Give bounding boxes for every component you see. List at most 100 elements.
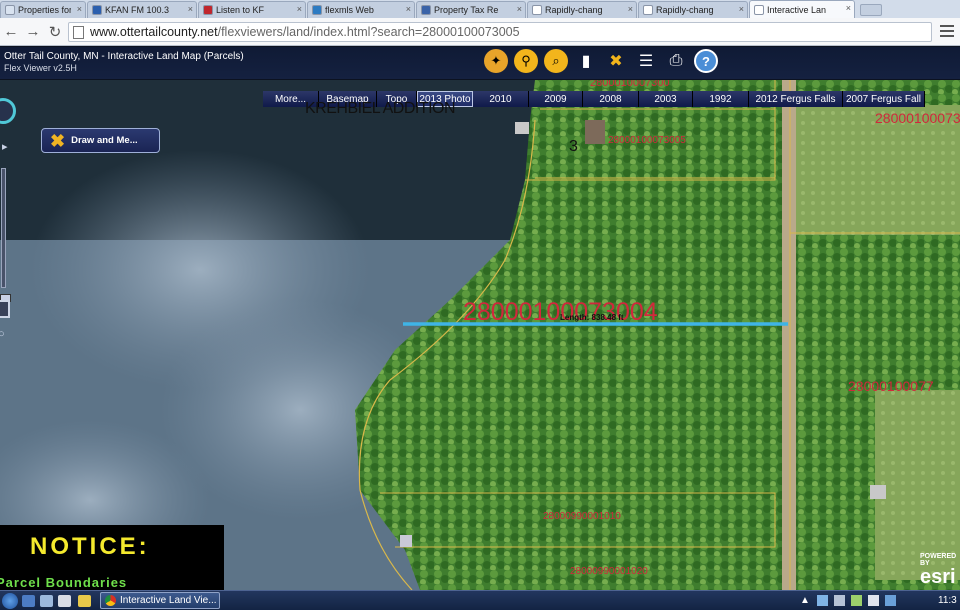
- tab-title: Rapidly-chang: [545, 5, 603, 15]
- help-icon[interactable]: ?: [694, 49, 718, 73]
- tab-favicon-icon: [5, 5, 15, 15]
- esri-logo[interactable]: POWERED BY esri: [920, 553, 960, 587]
- notice-panel: NOTICE: Parcel Boundaries: [0, 525, 224, 590]
- basemap-button[interactable]: 2003: [639, 91, 693, 107]
- tab-close-icon[interactable]: ×: [406, 4, 411, 14]
- tab-close-icon[interactable]: ×: [846, 3, 851, 13]
- tab-close-icon[interactable]: ×: [517, 4, 522, 14]
- browser-tab[interactable]: Properties for s ×: [0, 1, 86, 18]
- pan-right-icon[interactable]: ▸: [2, 140, 8, 153]
- flag-icon[interactable]: [868, 595, 879, 606]
- map-view[interactable]: More... Basemap Topo 2013 Photo 2010 2009 2008…: [0, 80, 960, 590]
- app-title: Otter Tail County, MN - Interactive Land…: [4, 51, 244, 62]
- zoom-slider[interactable]: [0, 168, 11, 302]
- browser-tab[interactable]: Rapidly-chang ×: [527, 1, 637, 18]
- pencil-icon: ✖: [50, 130, 66, 151]
- basemap-button[interactable]: 2007 Fergus Fall: [843, 91, 925, 107]
- chrome-icon: [105, 595, 116, 606]
- draw-icon[interactable]: ✖: [604, 49, 628, 73]
- network-icon[interactable]: [817, 595, 828, 606]
- aerial-imagery: [0, 80, 960, 590]
- tab-close-icon[interactable]: ×: [188, 4, 193, 14]
- zoom-out-icon[interactable]: ○: [0, 328, 5, 340]
- print-icon[interactable]: ⎙: [664, 49, 688, 73]
- taskbar-clock[interactable]: 11:3: [938, 595, 957, 606]
- layer-list-icon[interactable]: ☰: [634, 49, 658, 73]
- taskbar-chrome-window[interactable]: Interactive Land Vie...: [100, 592, 220, 609]
- reload-icon[interactable]: ↻: [44, 23, 66, 41]
- basemap-button[interactable]: 2008: [583, 91, 639, 107]
- url-host: www.ottertailcounty.net: [90, 25, 218, 39]
- lot-number: 3: [569, 138, 578, 155]
- parcel-label: 28000990001020: [570, 566, 648, 577]
- tab-close-icon[interactable]: ×: [739, 4, 744, 14]
- tray-arrow-icon[interactable]: ▲: [800, 595, 811, 606]
- bookmark-icon[interactable]: ▮: [574, 49, 598, 73]
- app-header: Otter Tail County, MN - Interactive Land…: [0, 47, 960, 79]
- browser-tab[interactable]: Listen to KF ×: [198, 1, 306, 18]
- explorer-icon[interactable]: [22, 595, 35, 607]
- document-icon[interactable]: [58, 595, 71, 607]
- tab-title: Listen to KF: [216, 5, 265, 15]
- parcel-label: 2800010007301: [875, 110, 960, 126]
- taskbar-app-title: Interactive Land Vie...: [120, 595, 217, 606]
- house: [515, 122, 529, 134]
- address-bar[interactable]: www.ottertailcounty.net/flexviewers/land…: [68, 22, 932, 42]
- tab-close-icon[interactable]: ×: [77, 4, 82, 14]
- map-tool-icon[interactable]: ✦: [484, 49, 508, 73]
- attribution-small: POWERED BY: [920, 553, 957, 567]
- tab-title: KFAN FM 100.3: [105, 5, 170, 15]
- draw-widget-panel[interactable]: ✖ Draw and Me...: [41, 128, 160, 153]
- browser-tab[interactable]: Property Tax Re ×: [416, 1, 526, 18]
- notice-text: Parcel Boundaries: [0, 575, 128, 590]
- tab-title: Interactive Lan: [767, 4, 827, 15]
- house: [400, 535, 412, 547]
- volume-icon[interactable]: [834, 595, 845, 606]
- folder-icon[interactable]: [78, 595, 91, 607]
- tab-favicon-icon: [754, 4, 764, 15]
- browser-tab[interactable]: Interactive Lan ×: [749, 0, 855, 18]
- browser-menu-icon[interactable]: [940, 25, 954, 37]
- tab-favicon-icon: [312, 5, 322, 15]
- notice-title: NOTICE:: [30, 533, 150, 560]
- url-path: /flexviewers/land/index.html?search=2800…: [217, 25, 520, 39]
- action-center-icon[interactable]: [885, 595, 896, 606]
- app-subtitle: Flex Viewer v2.5H: [4, 63, 77, 73]
- browser-tab[interactable]: KFAN FM 100.3 ×: [87, 1, 197, 18]
- system-tray: ▲: [800, 595, 896, 606]
- tab-favicon-icon: [421, 5, 431, 15]
- tab-title: Properties for s: [18, 5, 71, 15]
- parcel-label: 28000100073005: [608, 135, 686, 146]
- tab-title: Property Tax Re: [434, 5, 499, 15]
- house: [585, 120, 605, 144]
- identify-icon[interactable]: ⚲: [514, 49, 538, 73]
- zoom-extent-icon[interactable]: [0, 300, 10, 318]
- tab-title: Rapidly-chang: [656, 5, 714, 15]
- subdivision-label: KREHBIEL ADDITION: [305, 100, 456, 117]
- back-icon[interactable]: ←: [0, 23, 22, 40]
- forward-icon[interactable]: →: [22, 23, 44, 40]
- basemap-button[interactable]: 2009: [529, 91, 583, 107]
- tab-title: flexmls Web: [325, 5, 374, 15]
- tab-favicon-icon: [92, 5, 102, 15]
- pan-control-icon[interactable]: [0, 98, 16, 124]
- browser-toolbar: ← → ↻ www.ottertailcounty.net/flexviewer…: [0, 18, 960, 46]
- browser-tab[interactable]: Rapidly-chang ×: [638, 1, 748, 18]
- attribution-brand: esri: [920, 566, 956, 588]
- page-icon: [73, 25, 84, 39]
- basemap-button[interactable]: 1992: [693, 91, 749, 107]
- browser-tab[interactable]: flexmls Web ×: [307, 1, 415, 18]
- show-desktop-icon[interactable]: [40, 595, 53, 607]
- tab-close-icon[interactable]: ×: [628, 4, 633, 14]
- road: [782, 80, 796, 590]
- parcel-label: 28000990001010: [543, 511, 621, 522]
- basemap-button[interactable]: 2010: [473, 91, 529, 107]
- basemap-button[interactable]: 2012 Fergus Falls: [749, 91, 843, 107]
- tab-close-icon[interactable]: ×: [297, 4, 302, 14]
- house: [870, 485, 886, 499]
- battery-icon[interactable]: [851, 595, 862, 606]
- new-tab-button[interactable]: [860, 4, 882, 16]
- start-button-icon[interactable]: [2, 593, 18, 609]
- windows-taskbar: Interactive Land Vie... ▲ 11:3: [0, 590, 960, 610]
- search-icon[interactable]: ⌕: [544, 49, 568, 73]
